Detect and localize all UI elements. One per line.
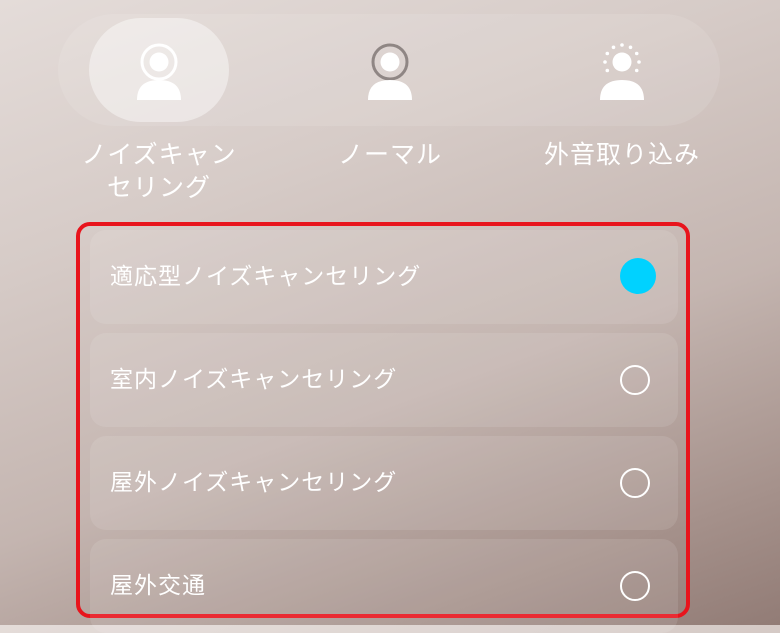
- mode-normal[interactable]: ノーマル: [280, 0, 500, 210]
- noise-cancel-person-icon: [137, 43, 181, 100]
- mode-ambient-sound[interactable]: 外音取り込み: [512, 0, 732, 210]
- ambient-person-icon: [600, 43, 644, 100]
- option-label: 屋外ノイズキャンセリング: [110, 470, 398, 496]
- option-outdoor-traffic[interactable]: 屋外交通: [90, 539, 678, 633]
- noise-cancel-options-highlight: 適応型ノイズキャンセリング 室内ノイズキャンセリング 屋外ノイズキャンセリング …: [76, 222, 690, 633]
- option-label: 屋外交通: [110, 573, 206, 599]
- option-outdoor-nc[interactable]: 屋外ノイズキャンセリング: [90, 436, 678, 530]
- mode-noise-cancelling[interactable]: ノイズキャン セリング: [49, 0, 269, 210]
- option-adaptive-nc[interactable]: 適応型ノイズキャンセリング: [90, 230, 678, 324]
- option-label: 室内ノイズキャンセリング: [110, 367, 398, 393]
- radio-unselected-icon[interactable]: [620, 571, 650, 601]
- radio-selected-icon[interactable]: [620, 258, 656, 294]
- radio-unselected-icon[interactable]: [620, 365, 650, 395]
- radio-unselected-icon[interactable]: [620, 468, 650, 498]
- normal-person-icon: [368, 43, 412, 100]
- mode-label: ノーマル: [337, 140, 442, 169]
- option-indoor-nc[interactable]: 室内ノイズキャンセリング: [90, 333, 678, 427]
- mode-label: 外音取り込み: [543, 140, 700, 169]
- mode-label: ノイズキャン セリング: [81, 140, 237, 202]
- option-label: 適応型ノイズキャンセリング: [110, 264, 422, 290]
